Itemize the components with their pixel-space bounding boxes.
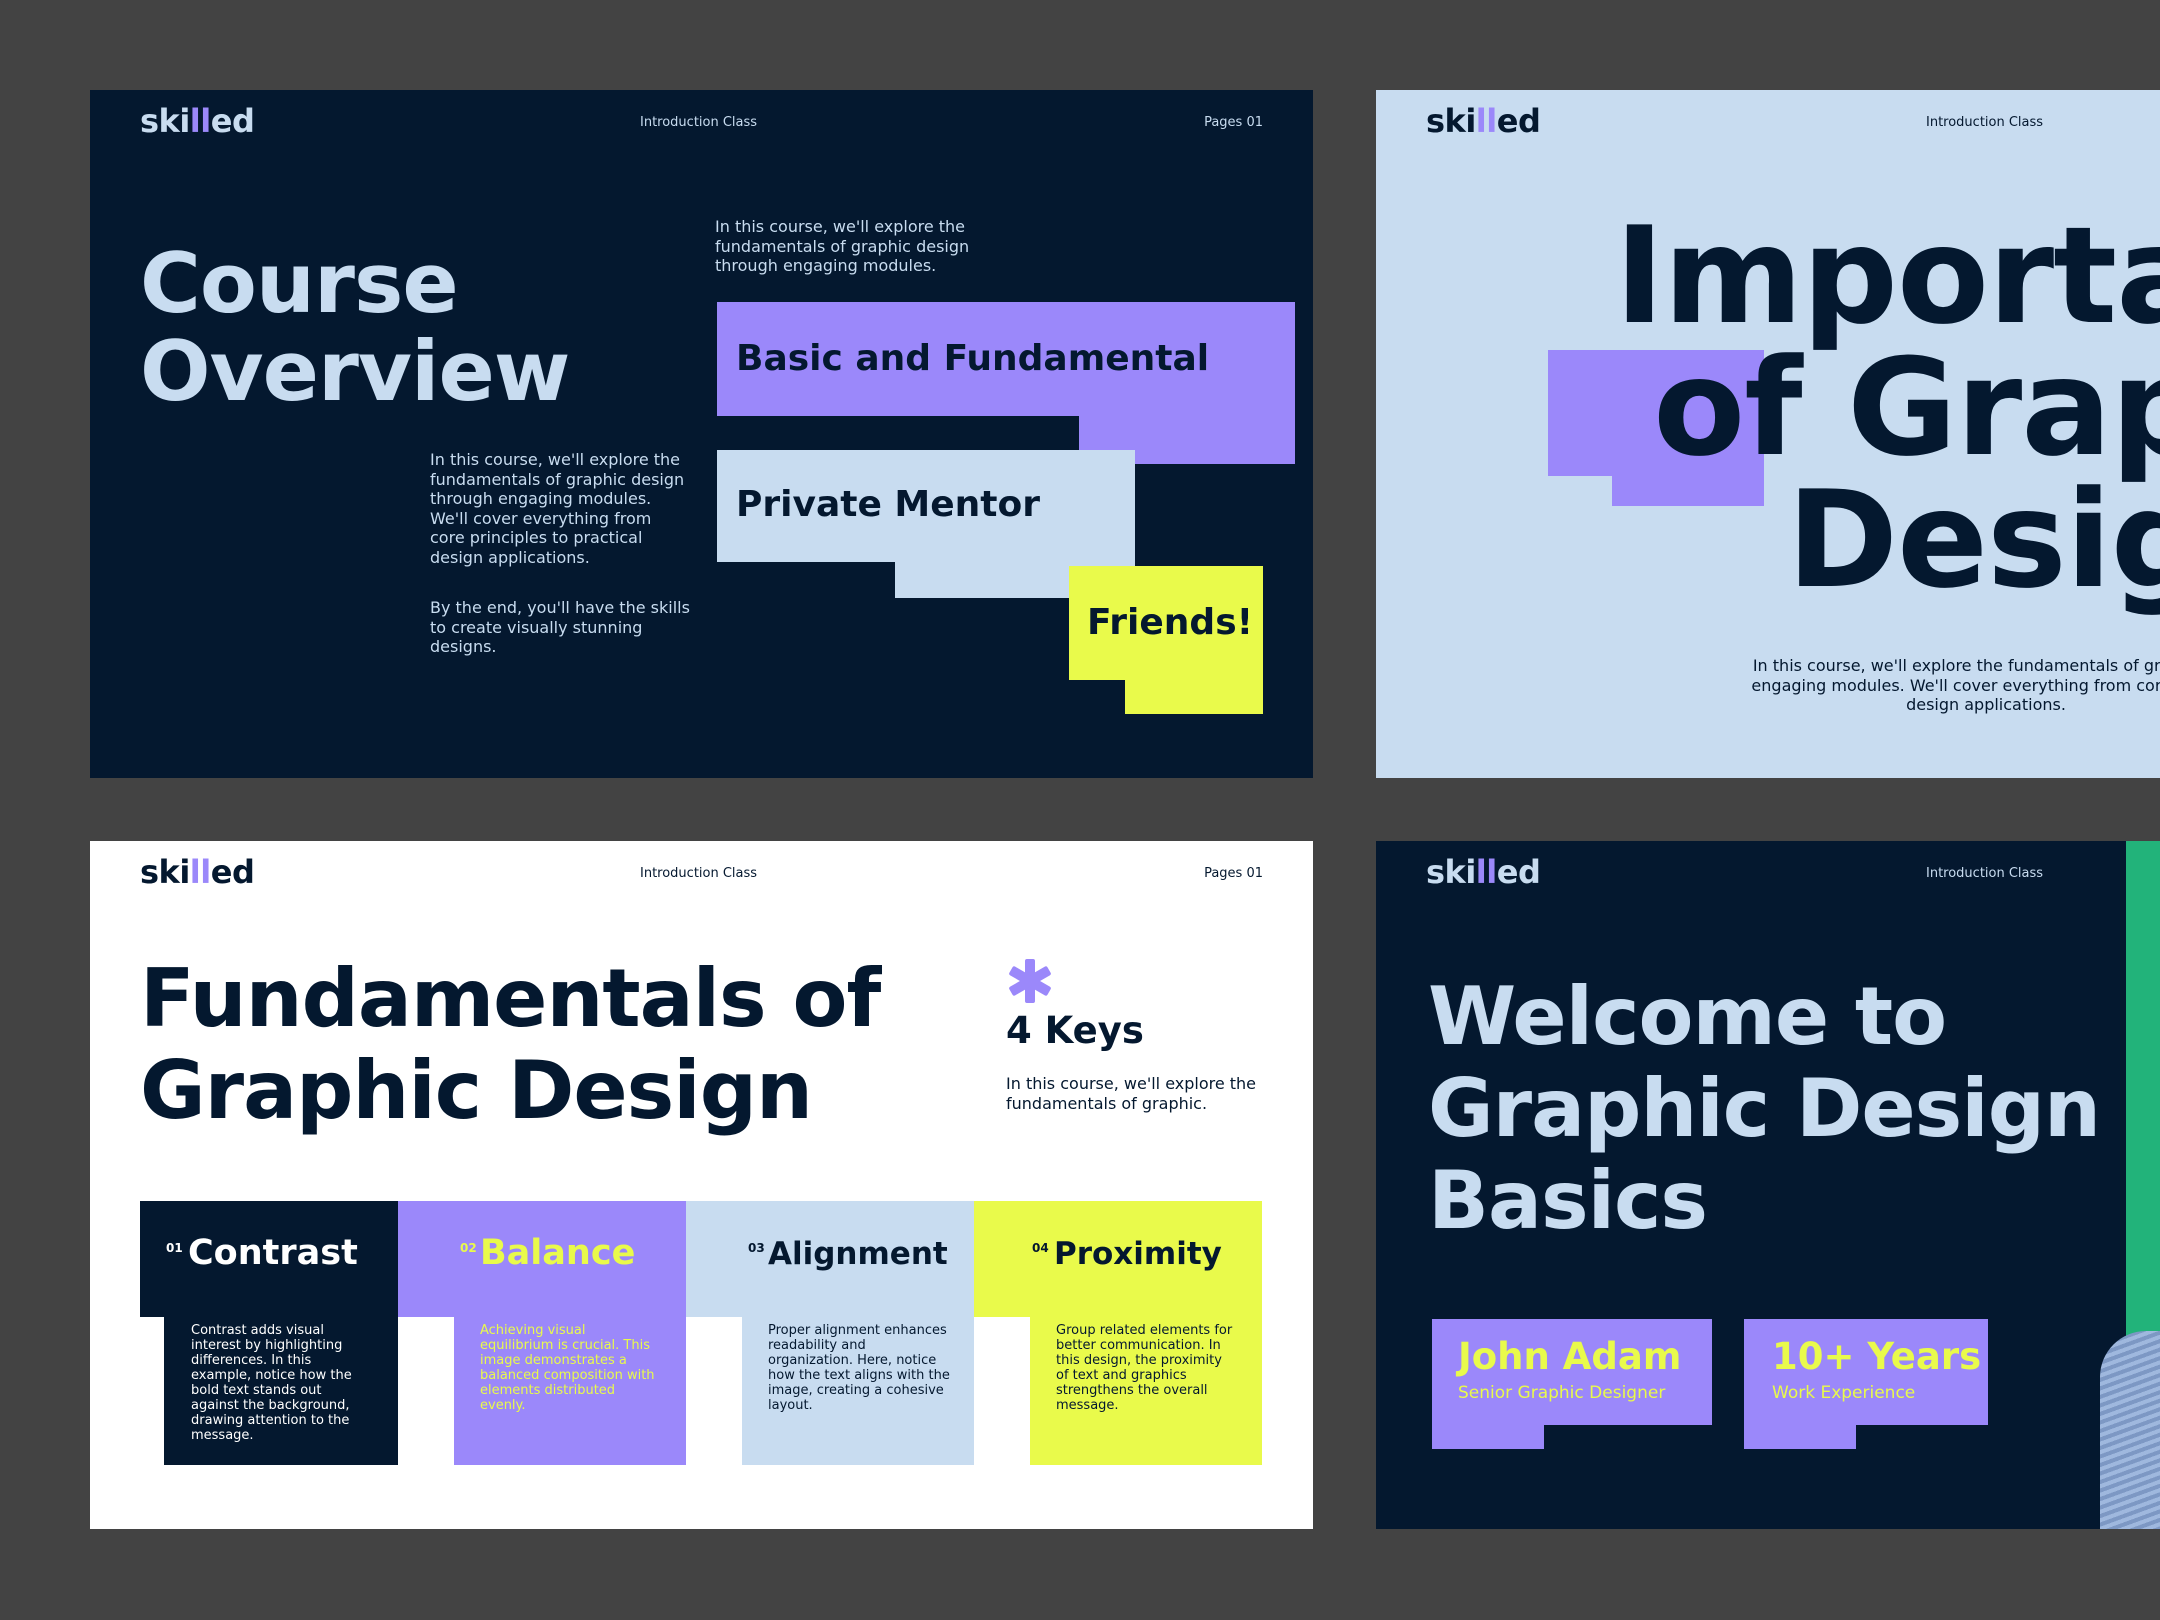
intro-text: In this course, we'll explore the fundame… — [715, 217, 970, 275]
brand-logo: skilled — [140, 853, 255, 891]
tag-friends: Friends! — [1069, 566, 1263, 714]
key-card-alignment: 03 Alignment Proper alignment enhances re… — [686, 1201, 974, 1465]
asterisk-icon — [1009, 959, 1051, 1003]
header-class-label: Introduction Class — [640, 866, 758, 881]
page-title: Importan of Graph Design — [1614, 198, 2160, 618]
keys-description: In this course, we'll explore the fundame… — [1006, 1074, 1257, 1113]
closing-text: By the end, you'll have the skills to cre… — [430, 598, 690, 656]
tag-basic-fundamental: Basic and Fundamental — [717, 302, 1295, 464]
header-class-label: Introduction Class — [640, 115, 758, 130]
header-class-label: Introduction Class — [1926, 115, 2044, 130]
key-card-proximity: 04 Proximity Group related elements for b… — [974, 1201, 1262, 1465]
slide-importance[interactable]: skilled Introduction Class Importan of G… — [1376, 90, 2160, 778]
page-title: Course Overview — [140, 235, 570, 420]
header-pages-label: Pages 01 — [1204, 115, 1263, 130]
experience-card: 10+ Years Work Experience — [1744, 1319, 1988, 1449]
header-pages-label: Pages 01 — [1204, 866, 1263, 881]
slide-fundamentals[interactable]: skilled Introduction Class Pages 01 Fund… — [90, 841, 1313, 1529]
key-card-balance: 02 Balance Achieving visual equilibrium i… — [398, 1201, 686, 1465]
page-title: Welcome to Graphic Design Basics — [1428, 970, 2101, 1247]
page-title: Fundamentals of Graphic Design — [140, 952, 881, 1137]
slide-course-overview[interactable]: skilled Introduction Class Pages 01 Cour… — [90, 90, 1313, 778]
brand-logo: skilled — [1426, 102, 1541, 140]
key-card-contrast: 01 Contrast Contrast adds visual interest… — [140, 1201, 398, 1465]
header-class-label: Introduction Class — [1926, 866, 2044, 881]
slide-welcome[interactable]: skilled Introduction Class Welcome to Gr… — [1376, 841, 2160, 1529]
person-photo — [2100, 1331, 2160, 1529]
keys-title: 4 Keys — [1006, 1009, 1144, 1052]
brand-logo: skilled — [140, 102, 255, 140]
presenter-name-card: John Adam Senior Graphic Designer — [1432, 1319, 1712, 1449]
brand-logo: skilled — [1426, 853, 1541, 891]
body-text: In this course, we'll explore the fundam… — [1751, 656, 2160, 714]
body-text: In this course, we'll explore the fundame… — [430, 450, 685, 567]
